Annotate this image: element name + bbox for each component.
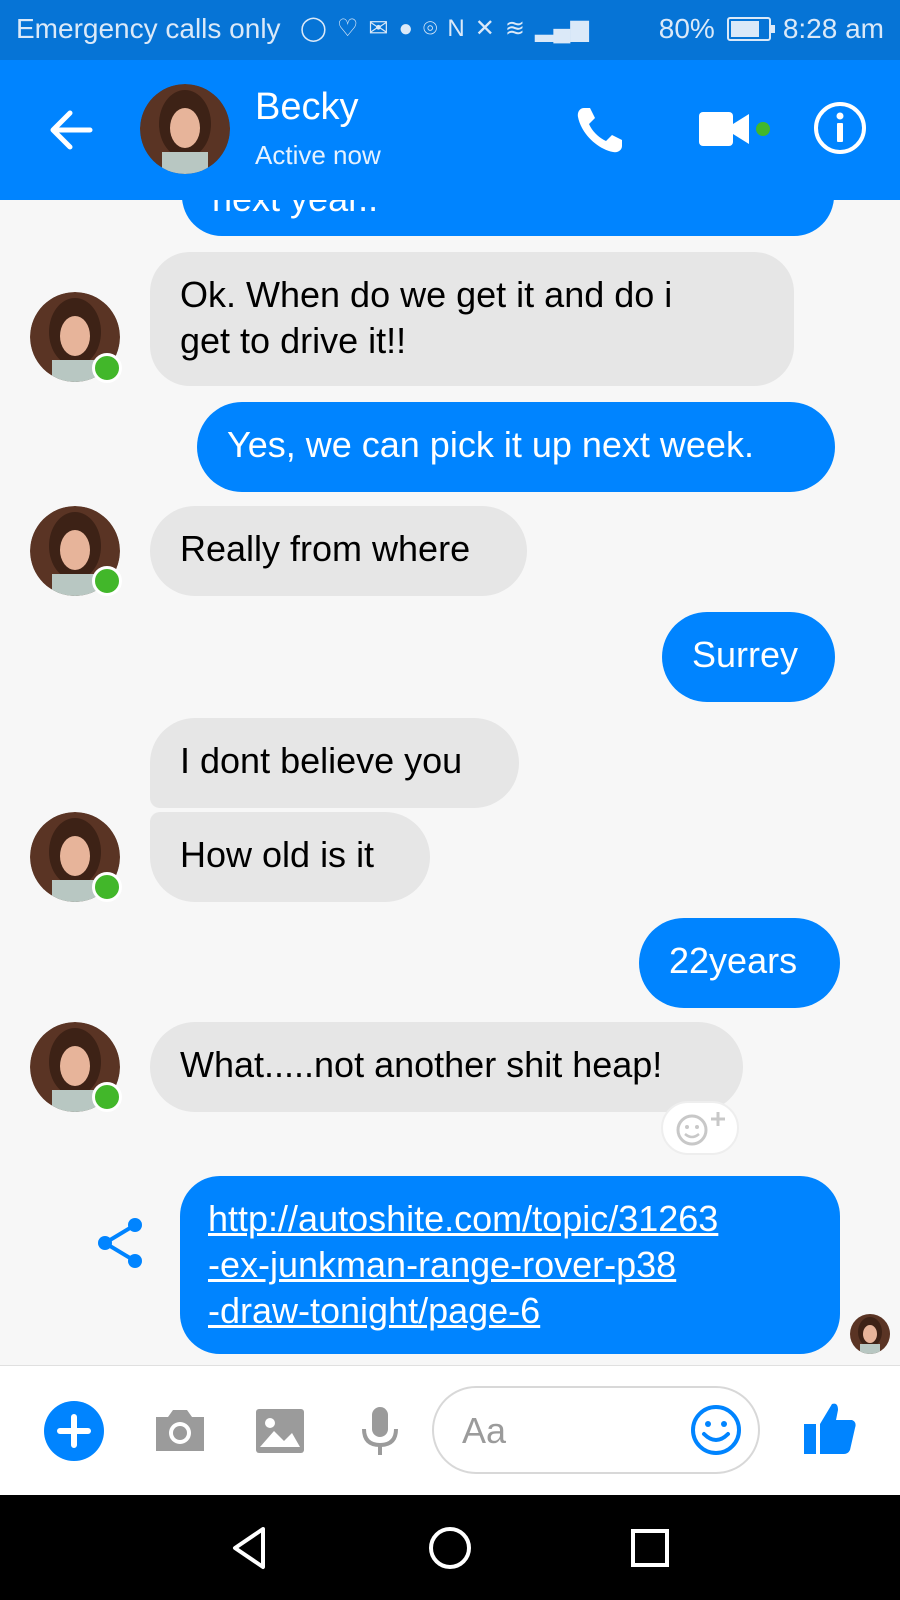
info-icon[interactable] — [812, 100, 868, 156]
message-input-placeholder: Aa — [462, 1410, 507, 1451]
clock: 8:28 am — [782, 13, 884, 44]
nav-back-icon[interactable] — [225, 1523, 275, 1573]
add-reaction-icon[interactable] — [660, 1100, 740, 1156]
thumbs-up-icon[interactable] — [800, 1398, 860, 1458]
health-status-icon: ♡ — [336, 15, 359, 42]
message-list[interactable]: next year.. Ok. When do we get it and do… — [0, 200, 900, 1365]
message-outgoing[interactable]: Surrey — [662, 612, 835, 702]
message-link[interactable]: http://autoshite.com/topic/31263 -ex-jun… — [180, 1176, 840, 1354]
message-outgoing[interactable]: 22years — [639, 918, 840, 1008]
battery-icon — [726, 17, 775, 41]
emoji-icon[interactable] — [688, 1402, 744, 1458]
message-input[interactable]: Aa — [432, 1386, 760, 1474]
camera-icon[interactable] — [152, 1403, 208, 1459]
mail-status-icon: ✉ — [368, 15, 389, 42]
contact-name[interactable]: Becky — [255, 86, 358, 129]
active-indicator — [92, 872, 122, 902]
active-indicator — [92, 566, 122, 596]
message-incoming[interactable]: How old is it — [150, 812, 430, 902]
plus-icon[interactable] — [44, 1401, 104, 1461]
status-bar: Emergency calls only ◯ ♡ ✉ ● ⌾ N ✕ ≋ ▂▄▆… — [0, 0, 900, 60]
active-indicator — [92, 353, 122, 383]
composer-bar: Aa — [0, 1365, 900, 1496]
share-icon[interactable] — [93, 1215, 149, 1271]
status-icons: ◯ ♡ ✉ ● ⌾ N ✕ ≋ ▂▄▆ — [300, 14, 589, 43]
read-receipt-avatar — [850, 1314, 890, 1354]
back-arrow-icon[interactable] — [44, 104, 96, 156]
wifi-status-icon: ≋ — [504, 15, 525, 42]
nav-recents-icon[interactable] — [625, 1523, 675, 1573]
carrier-text: Emergency calls only — [16, 13, 281, 44]
contact-avatar[interactable] — [140, 84, 230, 174]
message-incoming[interactable]: What.....not another shit heap! — [150, 1022, 743, 1112]
nfc-status-icon: N — [447, 14, 465, 42]
phone-icon[interactable] — [572, 102, 628, 158]
battery-percent: 80% — [658, 13, 715, 44]
conversation-header: Becky Active now — [0, 60, 900, 200]
messenger-status-icon: ● — [398, 14, 413, 42]
system-navigation-bar — [0, 1495, 900, 1600]
message-incoming[interactable]: Really from where — [150, 506, 527, 596]
chat-status-icon: ◯ — [300, 15, 327, 42]
active-indicator — [92, 1082, 122, 1112]
status-right: 80% 8:28 am — [659, 13, 884, 45]
image-icon[interactable] — [252, 1403, 308, 1459]
message-incoming[interactable]: I dont believe you — [150, 718, 519, 808]
video-camera-icon[interactable] — [695, 102, 775, 158]
message-outgoing[interactable]: Yes, we can pick it up next week. — [197, 402, 835, 492]
message-incoming[interactable]: Ok. When do we get it and do i get to dr… — [150, 252, 794, 386]
nav-home-icon[interactable] — [425, 1523, 475, 1573]
location-status-icon: ⌾ — [422, 14, 438, 42]
contact-status: Active now — [255, 140, 381, 170]
microphone-icon[interactable] — [352, 1403, 408, 1459]
message-outgoing[interactable]: next year.. — [182, 200, 834, 236]
mute-status-icon: ✕ — [474, 15, 495, 42]
signal-status-icon: ▂▄▆ — [534, 15, 589, 42]
